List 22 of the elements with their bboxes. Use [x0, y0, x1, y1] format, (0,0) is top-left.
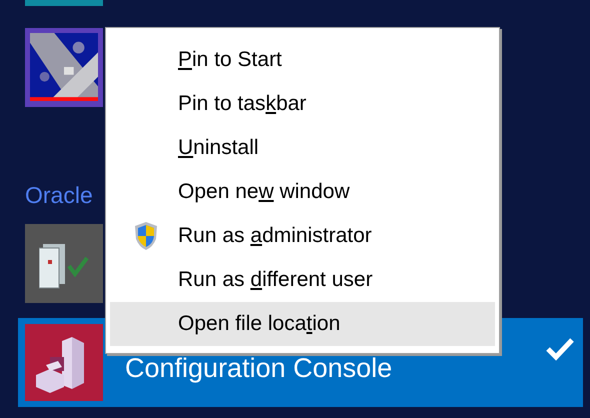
menu-item[interactable]: Open new window: [110, 170, 495, 214]
app-tile[interactable]: [25, 0, 103, 6]
app-tile[interactable]: [25, 224, 103, 303]
menu-item-label: Run as administrator: [178, 224, 372, 248]
server-icon: [39, 244, 65, 288]
menu-item-label: Uninstall: [178, 136, 259, 160]
app-tile[interactable]: [25, 28, 103, 107]
menu-item[interactable]: Open file location: [110, 302, 495, 346]
shield-icon: [134, 221, 158, 251]
group-title: Oracle: [25, 181, 93, 210]
menu-item[interactable]: Pin to taskbar: [110, 82, 495, 126]
menu-item-label: Pin to Start: [178, 48, 282, 72]
menu-item[interactable]: Uninstall: [110, 126, 495, 170]
menu-item-label: Open new window: [178, 180, 350, 204]
app-label: Configuration Console: [125, 353, 394, 384]
menu-item-label: Pin to taskbar: [178, 92, 306, 116]
menu-item-label: Run as different user: [178, 268, 373, 292]
check-icon: [545, 336, 575, 360]
check-icon: [67, 256, 89, 277]
menu-item[interactable]: Run as administrator: [110, 214, 495, 258]
menu-item[interactable]: Pin to Start: [110, 38, 495, 82]
menu-item[interactable]: Run as different user: [110, 258, 495, 302]
